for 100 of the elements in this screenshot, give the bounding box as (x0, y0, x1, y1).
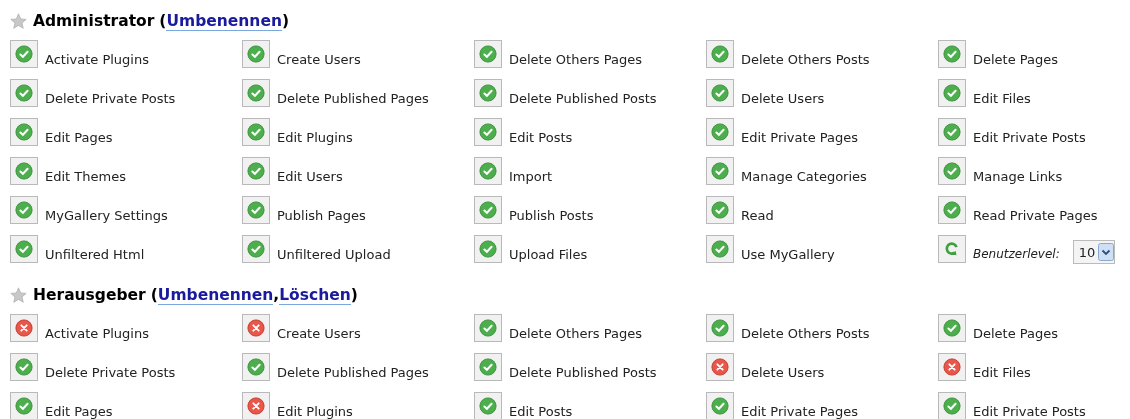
check-icon (711, 319, 729, 337)
check-icon (943, 201, 961, 219)
check-icon (247, 162, 265, 180)
capability-label: Edit Private Posts (973, 129, 1086, 145)
capability-toggle[interactable] (706, 392, 734, 419)
capability-toggle[interactable] (474, 118, 502, 146)
check-icon (479, 123, 497, 141)
user-level-label: Benutzerlevel: (973, 246, 1060, 261)
capability-toggle[interactable] (242, 79, 270, 107)
capability-toggle[interactable] (10, 353, 38, 381)
capability-toggle[interactable] (10, 314, 38, 342)
capability-toggle[interactable] (706, 157, 734, 185)
role-action-link[interactable]: Löschen (279, 285, 351, 305)
capability-label: Read (741, 207, 774, 223)
capability-toggle[interactable] (10, 196, 38, 224)
check-icon (15, 201, 33, 219)
check-icon (479, 201, 497, 219)
capability-toggle[interactable] (474, 79, 502, 107)
check-icon (247, 123, 265, 141)
capability-toggle[interactable] (242, 196, 270, 224)
check-icon (15, 358, 33, 376)
capability-toggle[interactable] (474, 196, 502, 224)
user-level-select[interactable]: 10 (1072, 240, 1116, 264)
capability-label: Delete Published Pages (277, 90, 429, 106)
check-icon (247, 45, 265, 63)
capability-toggle[interactable] (242, 392, 270, 419)
heading-punctuation: , (273, 286, 280, 304)
capability-label: Edit Pages (45, 403, 113, 419)
role-action-link[interactable]: Umbenennen (166, 11, 282, 31)
capability-label: Delete Private Posts (45, 90, 176, 106)
capability-toggle[interactable] (474, 314, 502, 342)
check-icon (943, 45, 961, 63)
check-icon (943, 84, 961, 102)
capability-label: Manage Links (973, 168, 1063, 184)
capability-toggle[interactable] (10, 392, 38, 419)
capability-toggle[interactable] (706, 118, 734, 146)
capability-toggle[interactable] (242, 40, 270, 68)
capability-toggle[interactable] (706, 353, 734, 381)
capability-label: Publish Pages (277, 207, 366, 223)
capability-toggle[interactable] (242, 157, 270, 185)
capability-toggle[interactable] (938, 314, 966, 342)
capability-toggle[interactable] (474, 157, 502, 185)
capability-label: Activate Plugins (45, 325, 149, 341)
capability-toggle[interactable] (474, 235, 502, 263)
capability-toggle[interactable] (474, 353, 502, 381)
capability-toggle[interactable] (938, 40, 966, 68)
capability-toggle[interactable] (10, 118, 38, 146)
capability-toggle[interactable] (706, 235, 734, 263)
capability-label: Publish Posts (509, 207, 594, 223)
capability-toggle[interactable] (706, 40, 734, 68)
check-icon (15, 123, 33, 141)
capability-label: Edit Posts (509, 129, 573, 145)
capability-toggle[interactable] (706, 79, 734, 107)
capability-label: Edit Private Posts (973, 403, 1086, 419)
cross-icon (711, 358, 729, 376)
check-icon (15, 45, 33, 63)
capability-label: Edit Private Pages (741, 403, 858, 419)
capability-toggle[interactable] (10, 235, 38, 263)
capability-label: Delete Published Posts (509, 364, 657, 380)
check-icon (711, 84, 729, 102)
capability-toggle[interactable] (938, 118, 966, 146)
check-icon (479, 45, 497, 63)
cross-icon (15, 319, 33, 337)
star-icon (10, 12, 27, 30)
capability-label: Unfiltered Html (45, 246, 145, 262)
capability-toggle[interactable] (10, 40, 38, 68)
capability-toggle[interactable] (242, 118, 270, 146)
capability-toggle[interactable] (938, 353, 966, 381)
capability-label: Delete Published Pages (277, 364, 429, 380)
capability-label: Use MyGallery (741, 246, 835, 262)
check-icon (15, 397, 33, 415)
capability-label: Edit Files (973, 90, 1031, 106)
capability-toggle[interactable] (938, 157, 966, 185)
role-title: Herausgeber (33, 286, 146, 304)
role-action-link[interactable]: Umbenennen (157, 285, 274, 305)
check-icon (943, 162, 961, 180)
capability-toggle[interactable] (242, 235, 270, 263)
capability-toggle[interactable] (10, 79, 38, 107)
refresh-button[interactable] (938, 235, 966, 263)
capability-toggle[interactable] (242, 353, 270, 381)
capability-toggle[interactable] (474, 40, 502, 68)
check-icon (479, 397, 497, 415)
check-icon (479, 162, 497, 180)
capability-toggle[interactable] (938, 392, 966, 419)
check-icon (711, 45, 729, 63)
capability-toggle[interactable] (474, 392, 502, 419)
capability-toggle[interactable] (10, 157, 38, 185)
capability-label: Edit Themes (45, 168, 126, 184)
role-title: Administrator (33, 12, 155, 30)
check-icon (711, 201, 729, 219)
refresh-icon (943, 240, 961, 258)
capability-toggle[interactable] (242, 314, 270, 342)
capability-toggle[interactable] (938, 196, 966, 224)
heading-punctuation: ) (281, 12, 290, 30)
capability-label: Edit Private Pages (741, 129, 858, 145)
capability-toggle[interactable] (706, 196, 734, 224)
capability-label: Create Users (277, 51, 361, 67)
capability-label: Activate Plugins (45, 51, 149, 67)
capability-toggle[interactable] (938, 79, 966, 107)
capability-toggle[interactable] (706, 314, 734, 342)
